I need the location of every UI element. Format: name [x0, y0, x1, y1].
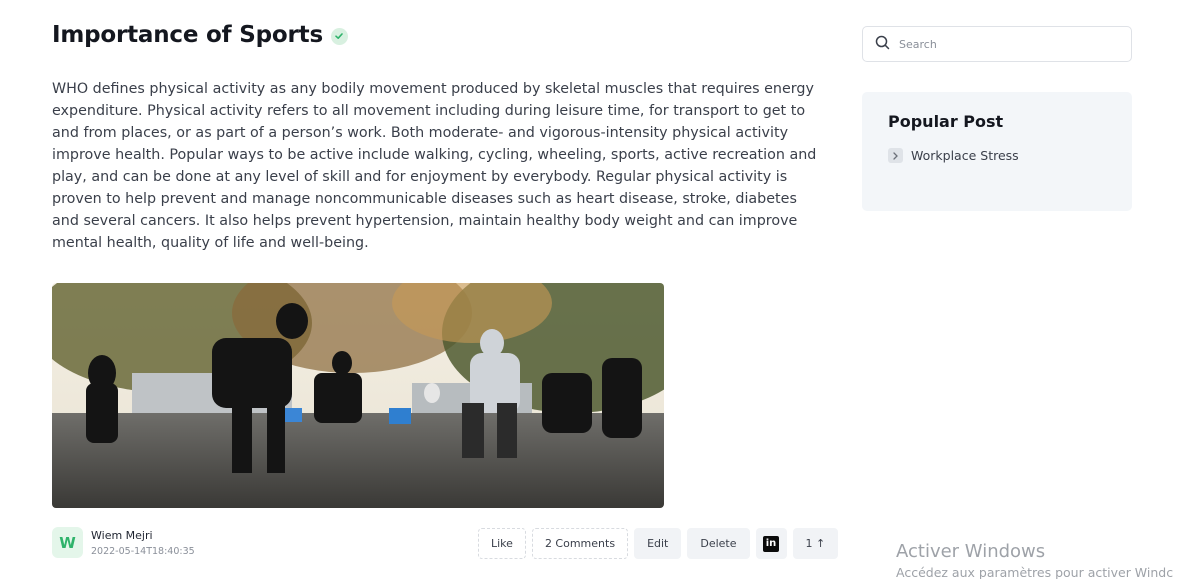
avatar[interactable]: W	[52, 527, 83, 558]
post-date: 2022-05-14T18:40:35	[91, 545, 195, 557]
search-icon	[875, 35, 890, 54]
post-header: Importance of Sports	[52, 22, 348, 48]
watermark-title: Activer Windows	[896, 541, 1046, 562]
linkedin-icon: in	[763, 535, 780, 552]
upvote-button[interactable]: 1 ↑	[792, 528, 839, 559]
author-name[interactable]: Wiem Mejri	[91, 529, 195, 542]
search-input[interactable]	[899, 37, 1119, 51]
comments-button[interactable]: 2 Comments	[531, 528, 629, 559]
watermark-subtitle: Accédez aux paramètres pour activer Wind…	[896, 565, 1174, 579]
linkedin-share-button[interactable]: in	[755, 528, 787, 559]
sports-photo	[52, 283, 664, 508]
post-body: WHO defines physical activity as any bod…	[52, 81, 817, 251]
post-author: W Wiem Mejri 2022-05-14T18:40:35	[52, 527, 195, 558]
like-button[interactable]: Like	[478, 528, 526, 559]
post-image	[52, 283, 664, 508]
chevron-right-icon	[888, 148, 903, 163]
popular-post-title: Popular Post	[888, 112, 1004, 131]
post-title: Importance of Sports	[52, 22, 323, 48]
popular-post-item-label[interactable]: Workplace Stress	[911, 148, 1019, 163]
delete-button[interactable]: Delete	[687, 528, 750, 559]
search-box	[862, 26, 1132, 62]
windows-activation-watermark: Activer Windows Accédez aux paramètres p…	[896, 541, 1173, 579]
check-circle-icon	[330, 27, 348, 45]
edit-button[interactable]: Edit	[634, 528, 682, 559]
popular-post-item[interactable]: Workplace Stress	[888, 148, 1106, 163]
popular-post-panel: Popular Post Workplace Stress	[862, 92, 1132, 211]
post-actions: Like 2 Comments Edit Delete in 1 ↑	[478, 528, 839, 559]
